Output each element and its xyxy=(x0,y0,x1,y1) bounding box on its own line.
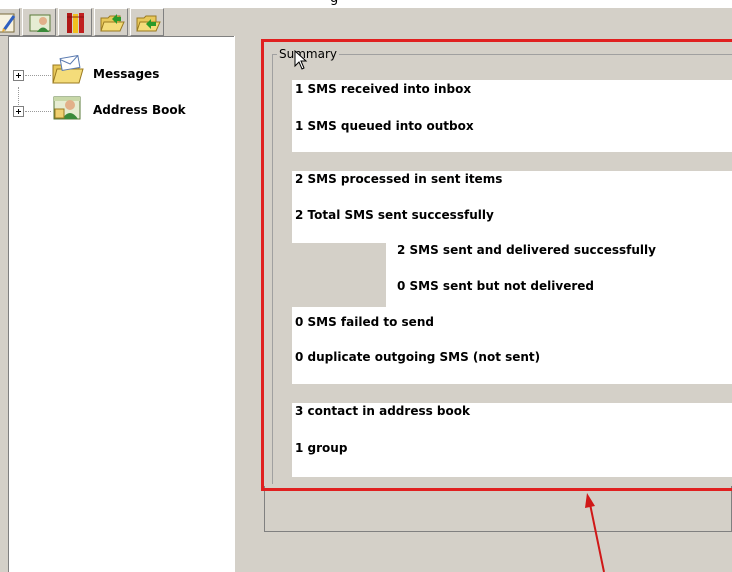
tree-connector-line xyxy=(25,75,51,76)
expand-icon[interactable] xyxy=(13,106,24,117)
panel-frame xyxy=(264,486,732,532)
tree-connector-line xyxy=(25,111,51,112)
compose-button[interactable] xyxy=(0,8,20,36)
window-title-fragment: g xyxy=(330,0,338,6)
contacts-icon xyxy=(29,14,51,32)
contacts-button[interactable] xyxy=(22,8,56,36)
books-icon xyxy=(67,13,84,33)
messages-folder-icon xyxy=(52,55,84,84)
folder-open-icon xyxy=(100,14,125,32)
tree-item-address-book[interactable]: Address Book xyxy=(9,95,229,125)
export-folder-button[interactable] xyxy=(130,8,164,36)
tree-item-label: Messages xyxy=(93,67,160,81)
navigation-tree: Messages Address Book xyxy=(8,36,234,572)
compose-icon xyxy=(0,13,16,33)
tree-item-messages[interactable]: Messages xyxy=(9,55,229,89)
open-folder-button[interactable] xyxy=(94,8,128,36)
highlight-box xyxy=(261,39,732,491)
toolbar xyxy=(0,8,732,36)
expand-icon[interactable] xyxy=(13,70,24,81)
address-book-button[interactable] xyxy=(58,8,92,36)
title-strip: g xyxy=(0,0,732,8)
folder-export-icon xyxy=(136,15,161,32)
address-book-icon xyxy=(53,96,81,120)
mouse-cursor-icon xyxy=(294,50,308,70)
tree-item-label: Address Book xyxy=(93,103,186,117)
